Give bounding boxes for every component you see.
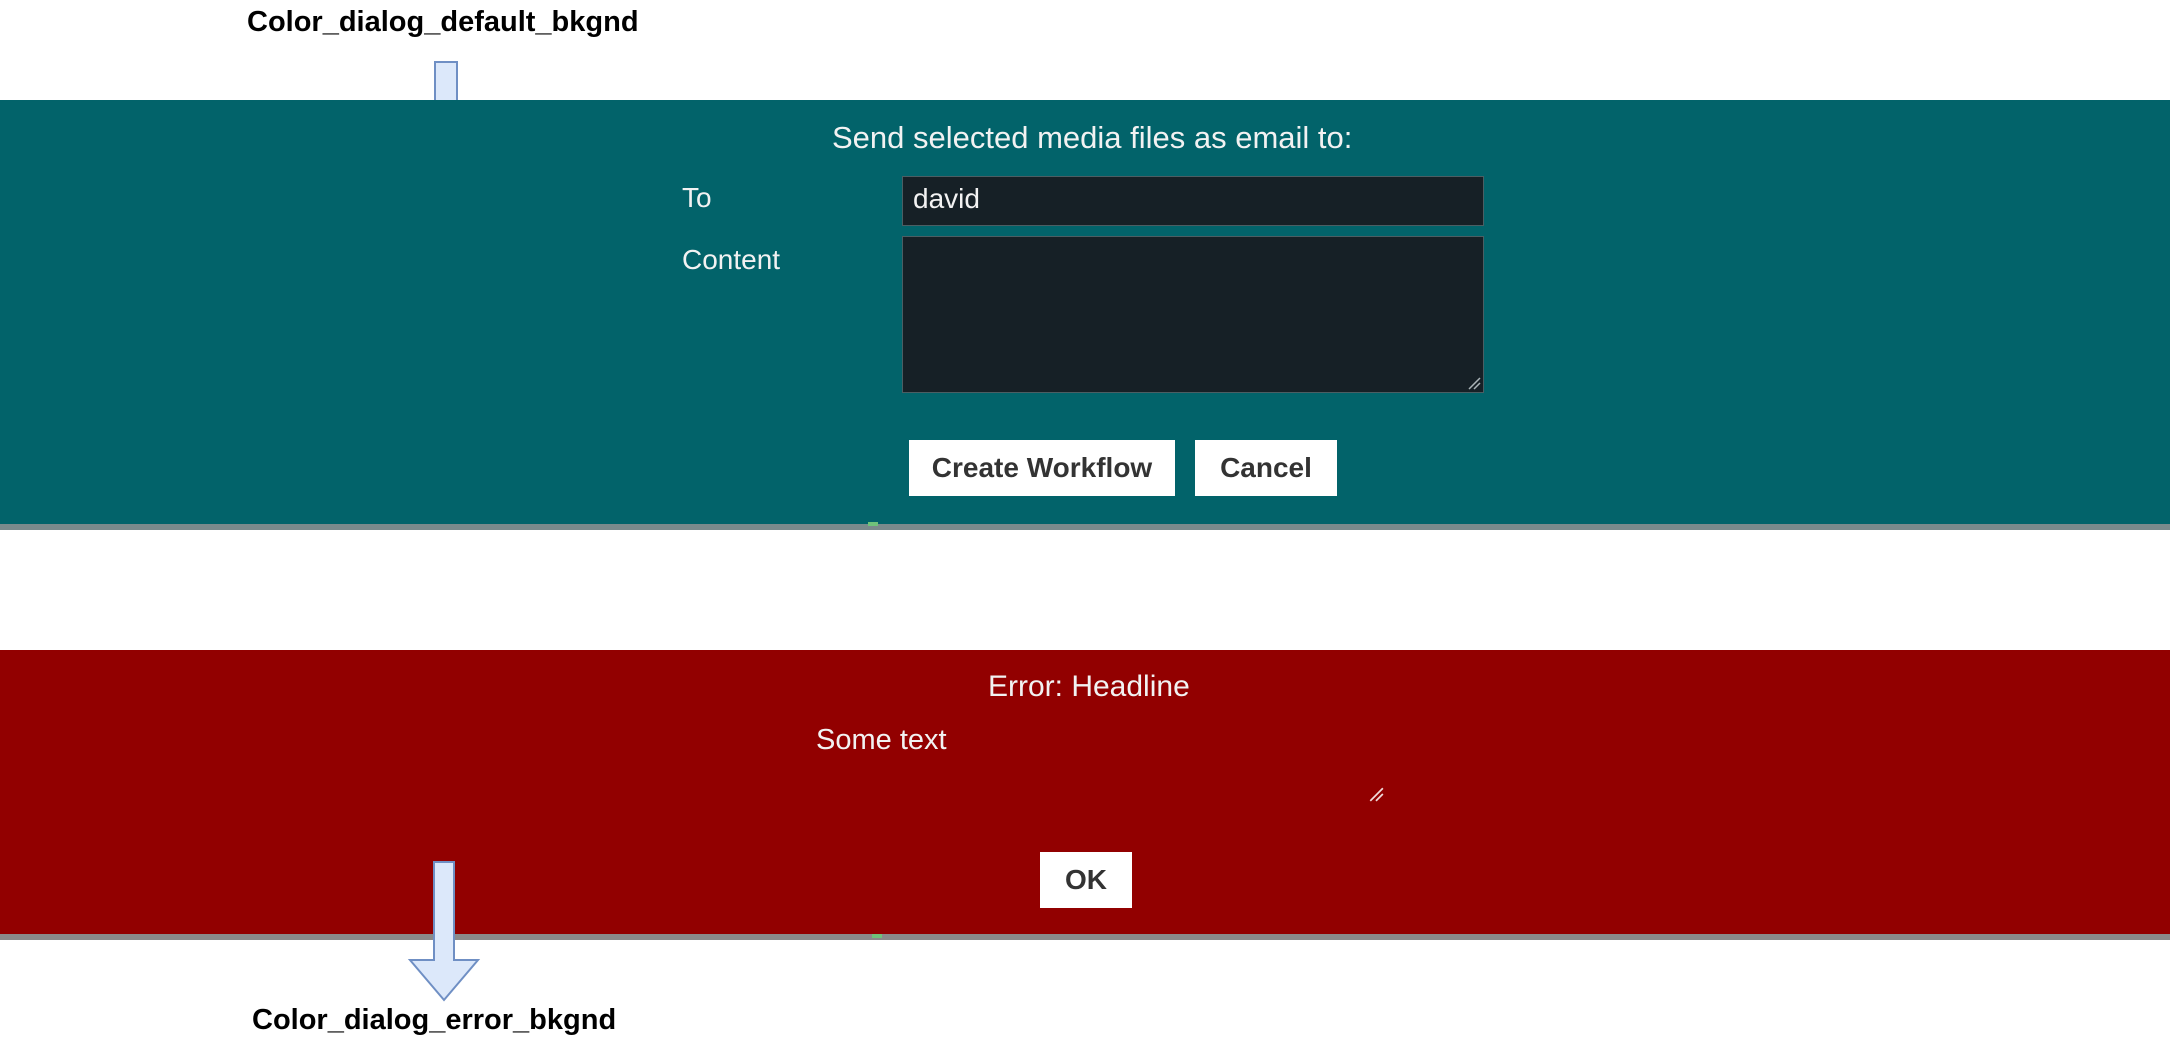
resize-grip-icon[interactable] bbox=[1467, 376, 1481, 390]
down-arrow-icon bbox=[407, 861, 481, 1002]
error-title: Error: Headline bbox=[988, 670, 1190, 703]
resize-grip-icon[interactable] bbox=[1368, 786, 1384, 802]
ok-button[interactable]: OK bbox=[1040, 852, 1132, 908]
content-textarea[interactable] bbox=[902, 236, 1484, 393]
default-dialog: Send selected media files as email to: T… bbox=[0, 100, 2170, 527]
cancel-button[interactable]: Cancel bbox=[1195, 440, 1337, 496]
error-dialog: Error: Headline Some text OK bbox=[0, 650, 2170, 936]
to-input[interactable]: david bbox=[902, 176, 1484, 226]
background-indicator bbox=[872, 934, 882, 938]
annotation-error-bkgnd: Color_dialog_error_bkgnd bbox=[252, 1004, 617, 1036]
dialog-title: Send selected media files as email to: bbox=[832, 120, 1353, 155]
background-app-strip bbox=[0, 524, 2170, 530]
background-indicator bbox=[868, 522, 878, 526]
background-app-strip bbox=[0, 934, 2170, 940]
error-message: Some text bbox=[816, 724, 947, 756]
create-workflow-button[interactable]: Create Workflow bbox=[909, 440, 1175, 496]
annotation-default-bkgnd: Color_dialog_default_bkgnd bbox=[247, 6, 639, 38]
content-label: Content bbox=[682, 244, 781, 275]
to-label: To bbox=[682, 182, 712, 213]
